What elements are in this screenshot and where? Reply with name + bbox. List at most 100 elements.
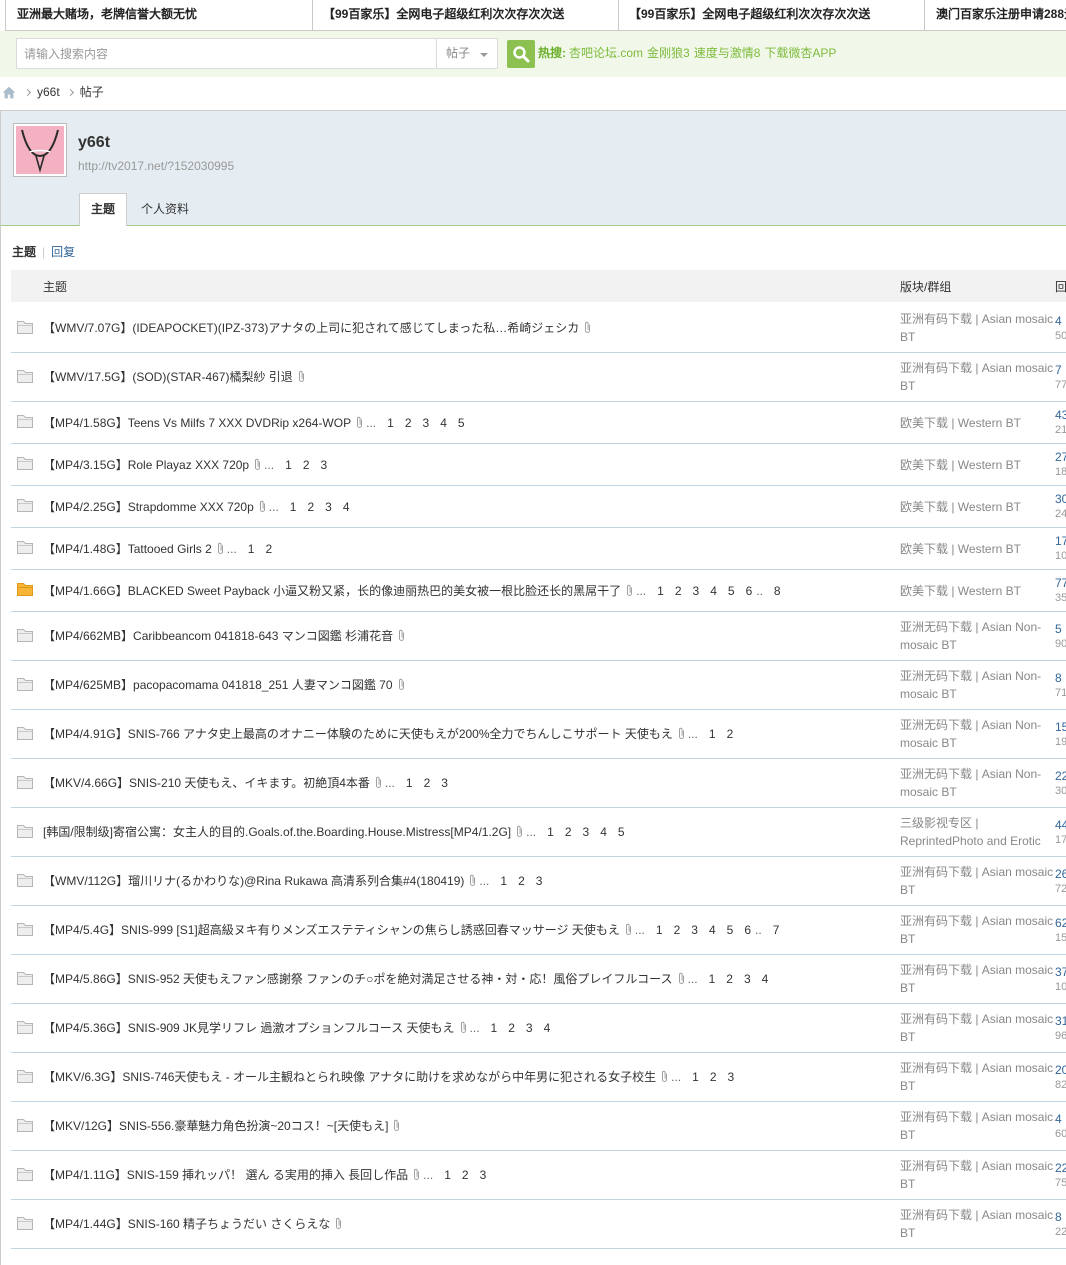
reply-count[interactable]: 4 (1055, 314, 1066, 329)
thread-title-link[interactable]: 【MP4/4.91G】SNIS-766 アナタ史上最高のオナニー体験のために天使… (43, 727, 673, 741)
forum-link[interactable]: 欧美下载 | Western BT (900, 500, 1021, 514)
reply-count[interactable]: 43 (1055, 408, 1066, 423)
ad-link[interactable]: 【99百家乐】全网电子超级红利次次存次次送 (619, 0, 925, 30)
page-link[interactable]: 5 (618, 825, 625, 839)
page-link[interactable]: 4 (600, 825, 607, 839)
page-link[interactable]: 2 (508, 1021, 515, 1035)
reply-count[interactable]: 5 (1055, 622, 1066, 637)
forum-link[interactable]: 亚洲有码下载 | Asian mosaic BT (900, 361, 1053, 393)
page-link[interactable]: 3 (325, 500, 332, 514)
thread-title-link[interactable]: 【WMV/112G】瑠川リナ(るかわりな)@Rina Rukawa 高清系列合集… (43, 874, 464, 888)
thread-title-link[interactable]: 【MKV/12G】SNIS-556.豪華魅力角色扮演~20コス！~[天使もえ] (43, 1119, 388, 1133)
hot-search-link[interactable]: 速度与激情8 (694, 46, 761, 60)
page-link[interactable]: 3 (693, 584, 700, 598)
page-link[interactable]: 1 (657, 584, 664, 598)
page-link[interactable]: 7 (773, 923, 780, 937)
reply-count[interactable]: 17 (1055, 534, 1066, 549)
page-link[interactable]: 3 (441, 776, 448, 790)
page-link[interactable]: 1 (491, 1021, 498, 1035)
reply-count[interactable]: 4 (1055, 1112, 1066, 1127)
page-link[interactable]: 1 (709, 972, 716, 986)
forum-link[interactable]: 亚洲有码下载 | Asian mosaic BT (900, 1110, 1053, 1142)
page-link[interactable]: 3 (728, 1070, 735, 1084)
page-link[interactable]: 2 (405, 416, 412, 430)
page-link[interactable]: 2 (710, 1070, 717, 1084)
forum-link[interactable]: 亚洲有码下载 | Asian mosaic BT (900, 312, 1053, 344)
folder-icon[interactable] (16, 1215, 34, 1231)
reply-count[interactable]: 8 (1055, 1210, 1066, 1225)
reply-count[interactable]: 22 (1055, 1161, 1066, 1176)
folder-icon[interactable] (16, 1068, 34, 1084)
hot-search-link[interactable]: 杏吧论坛.com (569, 46, 643, 60)
folder-icon[interactable] (16, 676, 34, 692)
page-link[interactable]: 1 (290, 500, 297, 514)
thread-title-link[interactable]: 【MP4/1.11G】SNIS-159 挿れッパ！ 選ん る実用的挿入 長回し作… (43, 1168, 408, 1182)
forum-link[interactable]: 亚洲无码下载 | Asian Non-mosaic BT (900, 669, 1041, 701)
folder-icon[interactable] (16, 1117, 34, 1133)
folder-icon[interactable] (16, 1019, 34, 1035)
reply-count[interactable]: 20 (1055, 1063, 1066, 1078)
forum-link[interactable]: 亚洲无码下载 | Asian Non-mosaic BT (900, 718, 1041, 750)
search-type-select[interactable]: 帖子 (436, 38, 498, 69)
page-link[interactable]: 2 (462, 1168, 469, 1182)
page-link[interactable]: 6 (746, 584, 753, 598)
page-link[interactable]: 3 (744, 972, 751, 986)
folder-icon[interactable] (16, 970, 34, 986)
forum-link[interactable]: 亚洲有码下载 | Asian mosaic BT (900, 1012, 1053, 1044)
page-link[interactable]: 3 (583, 825, 590, 839)
search-input[interactable] (16, 38, 437, 69)
folder-icon[interactable] (16, 455, 34, 471)
forum-link[interactable]: 欧美下载 | Western BT (900, 542, 1021, 556)
page-link[interactable]: 2 (307, 500, 314, 514)
forum-link[interactable]: 亚洲有码下载 | Asian mosaic BT (900, 1159, 1053, 1191)
folder-icon[interactable] (16, 1166, 34, 1182)
avatar[interactable] (13, 123, 67, 177)
reply-count[interactable]: 7 (1055, 363, 1066, 378)
page-link[interactable]: 2 (565, 825, 572, 839)
thread-title-link[interactable]: 【MP4/1.44G】SNIS-160 精子ちょうだい さくらえな (43, 1217, 330, 1231)
reply-count[interactable]: 31 (1055, 1014, 1066, 1029)
thread-title-link[interactable]: 【MP4/3.15G】Role Playaz XXX 720p (43, 458, 249, 472)
page-link[interactable]: 2 (424, 776, 431, 790)
page-link[interactable]: 2 (675, 584, 682, 598)
ad-link[interactable]: 亚洲最大赌场，老牌信誉大额无忧 (6, 0, 313, 30)
folder-icon[interactable] (16, 368, 34, 384)
reply-count[interactable]: 30 (1055, 492, 1066, 507)
page-link[interactable]: 2 (674, 923, 681, 937)
page-link[interactable]: 1 (656, 923, 663, 937)
thread-title-link[interactable]: 【WMV/7.07G】(IDEAPOCKET)(IPZ-373)アナタの上司に犯… (43, 321, 579, 335)
page-link[interactable]: 1 (500, 874, 507, 888)
thread-title-link[interactable]: 【MP4/5.36G】SNIS-909 JK見学リフレ 過激オプションフルコース… (43, 1021, 455, 1035)
thread-title-link[interactable]: 【MP4/1.58G】Teens Vs Milfs 7 XXX DVDRip x… (43, 416, 351, 430)
page-link[interactable]: 3 (423, 416, 430, 430)
forum-link[interactable]: 欧美下载 | Western BT (900, 584, 1021, 598)
page-link[interactable]: 1 (387, 416, 394, 430)
thread-title-link[interactable]: 【WMV/17.5G】(SOD)(STAR-467)橘梨紗 引退 (43, 370, 293, 384)
page-link[interactable]: 1 (406, 776, 413, 790)
home-icon[interactable] (2, 86, 16, 99)
page-link[interactable]: 4 (710, 584, 717, 598)
page-link[interactable]: 1 (248, 542, 255, 556)
folder-icon[interactable] (16, 627, 34, 643)
forum-link[interactable]: 亚洲有码下载 | Asian mosaic BT (900, 865, 1053, 897)
reply-count[interactable]: 22 (1055, 769, 1066, 784)
folder-icon[interactable] (16, 774, 34, 790)
hot-search-link[interactable]: 下载微杏APP (764, 46, 836, 60)
reply-count[interactable]: 77 (1055, 576, 1066, 591)
forum-link[interactable]: 亚洲有码下载 | Asian mosaic BT (900, 914, 1053, 946)
page-link[interactable]: 5 (727, 923, 734, 937)
reply-count[interactable]: 37 (1055, 965, 1066, 980)
page-link[interactable]: 2 (303, 458, 310, 472)
page-link[interactable]: 5 (728, 584, 735, 598)
thread-title-link[interactable]: 【MP4/5.4G】SNIS-999 [S1]超高級ヌキ有りメンズエステティシャ… (43, 923, 620, 937)
page-link[interactable]: 2 (726, 972, 733, 986)
page-link[interactable]: 6 (744, 923, 751, 937)
thread-title-link[interactable]: 【MKV/6.3G】SNIS-746天使もえ - オール主観ねとられ映像 アナタ… (43, 1070, 656, 1084)
folder-icon[interactable] (16, 413, 34, 429)
forum-link[interactable]: 三级影视专区 | ReprintedPhoto and Erotic (900, 816, 1041, 848)
page-link[interactable]: 3 (321, 458, 328, 472)
page-link[interactable]: 3 (526, 1021, 533, 1035)
thread-title-link[interactable]: 【MP4/5.86G】SNIS-952 天使もえファン感謝祭 ファンのチ○ポを絶… (43, 972, 673, 986)
reply-count[interactable]: 44 (1055, 818, 1066, 833)
thread-title-link[interactable]: 【MP4/2.25G】Strapdomme XXX 720p (43, 500, 254, 514)
